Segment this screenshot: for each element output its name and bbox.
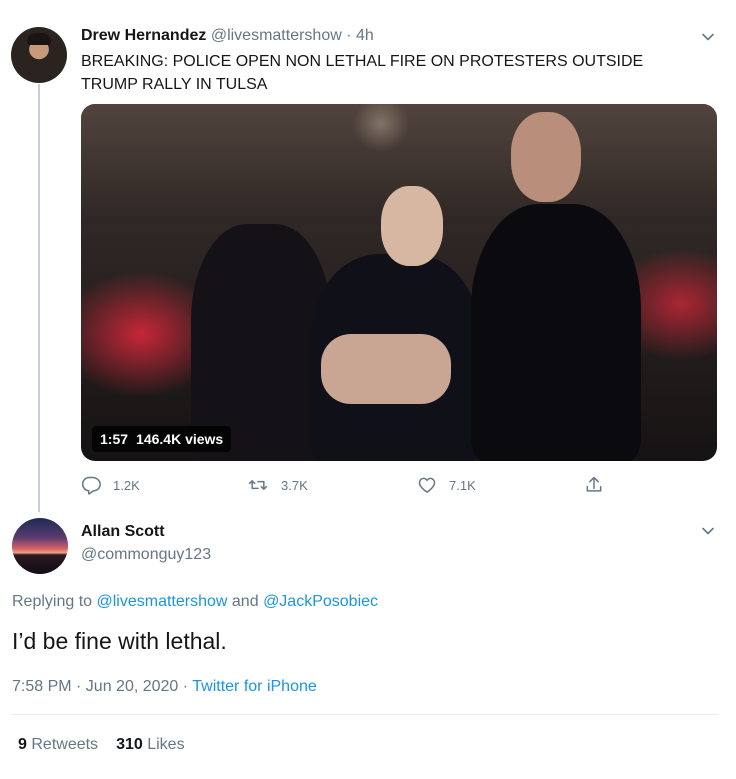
divider	[12, 714, 718, 715]
tweet-text: BREAKING: POLICE OPEN NON LETHAL FIRE ON…	[81, 53, 644, 93]
reply-text: I’d be fine with lethal.	[12, 628, 227, 654]
author-name[interactable]: Drew Hernandez	[81, 27, 206, 44]
replying-and: and	[231, 593, 259, 610]
like-count: 7.1K	[449, 477, 476, 493]
retweets-label: Retweets	[31, 736, 99, 753]
avatar[interactable]	[12, 518, 68, 574]
retweet-count: 3.7K	[281, 477, 308, 493]
mention-link[interactable]: @livesmattershow	[97, 593, 228, 610]
video-duration: 1:57	[100, 431, 129, 447]
reply-author-handle[interactable]: @commonguy123	[81, 546, 211, 564]
reply-author-name[interactable]: Allan Scott	[81, 523, 165, 541]
author-handle[interactable]: @livesmattershow	[211, 27, 342, 44]
retweets-count: 9	[18, 736, 27, 753]
tweet-meta: 7:58 PM · Jun 20, 2020 · Twitter for iPh…	[12, 678, 317, 696]
video-figure	[321, 334, 451, 404]
share-button[interactable]	[584, 473, 616, 497]
reply-count: 1.2K	[113, 477, 140, 493]
retweets-stat[interactable]: 9 Retweets	[18, 736, 98, 753]
reply-button[interactable]: 1.2K	[81, 473, 140, 497]
separator: ·	[346, 27, 352, 44]
timestamp[interactable]: 7:58 PM · Jun 20, 2020 ·	[12, 678, 188, 695]
video-figure	[511, 112, 581, 202]
client-link[interactable]: Twitter for iPhone	[192, 678, 317, 695]
avatar[interactable]	[11, 27, 67, 83]
likes-stat[interactable]: 310 Likes	[116, 736, 185, 753]
video-figure	[471, 204, 641, 461]
mention-link[interactable]: @JackPosobiec	[263, 593, 378, 610]
likes-count: 310	[116, 736, 143, 753]
video-player[interactable]: 1:57 146.4K views	[81, 104, 717, 461]
share-icon	[586, 476, 602, 492]
tweet-header: Drew Hernandez @livesmattershow · 4h	[81, 27, 374, 45]
chevron-down-icon[interactable]	[701, 30, 715, 44]
thread-connector-line	[38, 84, 40, 512]
heart-icon	[418, 477, 436, 493]
tweet-time[interactable]: 4h	[356, 27, 374, 44]
reply-icon	[81, 476, 101, 495]
engagement-stats: 9 Retweets 310 Likes	[18, 736, 185, 754]
likes-label: Likes	[147, 736, 185, 753]
chevron-down-icon[interactable]	[701, 524, 715, 538]
video-views: 146.4K views	[136, 431, 224, 447]
video-figure	[381, 186, 443, 266]
replying-prefix: Replying to	[12, 593, 93, 610]
retweet-icon	[248, 480, 268, 490]
replying-to: Replying to @livesmattershow and @JackPo…	[12, 593, 378, 611]
video-info-badge: 1:57 146.4K views	[92, 426, 232, 452]
like-button[interactable]: 7.1K	[417, 473, 476, 497]
retweet-button[interactable]: 3.7K	[247, 473, 308, 497]
